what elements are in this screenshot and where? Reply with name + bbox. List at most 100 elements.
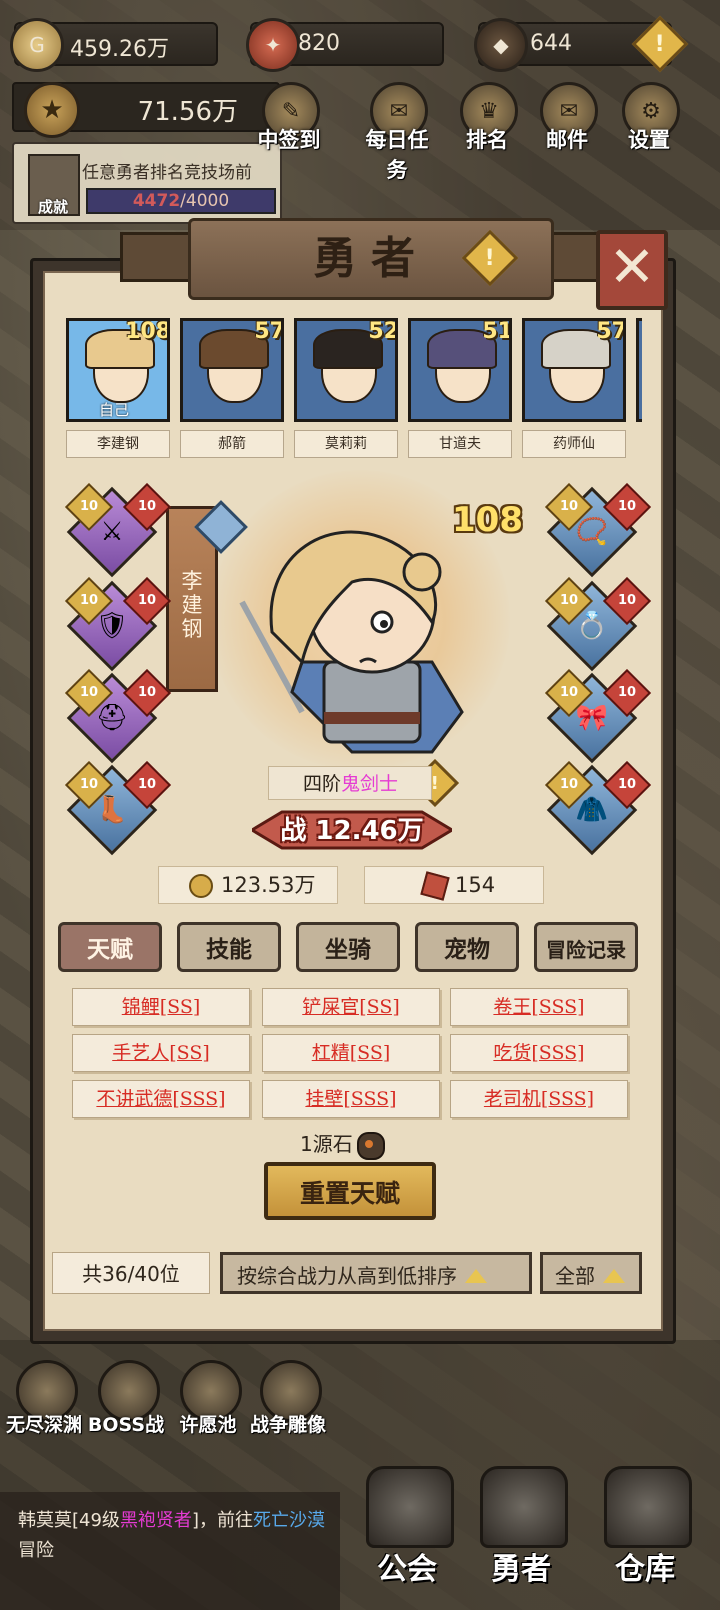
- tab-pet[interactable]: 宠物: [415, 922, 519, 972]
- ticket-icon: [420, 871, 450, 901]
- hero-card[interactable]: 108 自己 李建钢: [66, 318, 170, 458]
- filter-label: 全部: [555, 1264, 595, 1288]
- mode-label: BOSS战: [87, 1414, 165, 1436]
- close-button[interactable]: ✕: [596, 230, 668, 310]
- chat-place: 死亡沙漠: [252, 1510, 325, 1531]
- ranking-button[interactable]: ♛ 排名: [450, 82, 524, 156]
- hero-figure: [239, 530, 464, 754]
- chat-feed[interactable]: 韩莫莫[49级黑袍贤者]，前往死亡沙漠冒险: [0, 1492, 340, 1610]
- tab-talent[interactable]: 天赋: [58, 922, 162, 972]
- hero-portrait-selected[interactable]: 108 自己: [66, 318, 170, 422]
- coin-icon: [189, 874, 213, 898]
- hero-bun: [402, 552, 442, 592]
- hero-portrait[interactable]: 52: [294, 318, 398, 422]
- mail-button[interactable]: ✉ 邮件: [530, 82, 604, 156]
- gold-resource: G 459.26万: [10, 18, 218, 72]
- hero-level: 52: [368, 319, 398, 344]
- sort-button[interactable]: 按综合战力从高到低排序: [220, 1252, 532, 1294]
- hero-card[interactable]: 57 郝箭: [180, 318, 284, 458]
- sort-label: 按综合战力从高到低排序: [237, 1264, 457, 1288]
- hero-portrait[interactable]: 51: [408, 318, 512, 422]
- hero-name: 李建钢: [66, 430, 170, 458]
- gold-cost-value: 123.53万: [221, 873, 316, 897]
- hero-belt: [324, 712, 420, 724]
- hero-level: 57: [596, 319, 626, 344]
- settings-button[interactable]: ⚙ 设置: [612, 82, 686, 156]
- arrow-up-icon: [465, 1268, 487, 1283]
- nav-label: 仓库: [615, 1552, 675, 1587]
- class-tier: 四阶: [303, 773, 342, 795]
- hero-level: 108: [125, 319, 170, 344]
- nav-label: 公会: [377, 1552, 437, 1587]
- chat-name: 韩莫莫[49级: [18, 1510, 120, 1531]
- source-stone-icon: ◆: [474, 18, 528, 72]
- hero-name: 药师仙: [522, 430, 626, 458]
- mode-label: 许愿池: [179, 1414, 237, 1436]
- tab-mount[interactable]: 坐骑: [296, 922, 400, 972]
- ticket-cost-value: 154: [455, 873, 496, 897]
- checkin-label: 中签到: [257, 128, 321, 152]
- mode-label: 无尽深渊: [5, 1414, 82, 1436]
- hero-card[interactable]: 52 莫莉莉: [294, 318, 398, 458]
- ticket-icon: ✦: [246, 18, 300, 72]
- hero-portrait[interactable]: 57: [180, 318, 284, 422]
- stone-value: 644: [530, 31, 572, 56]
- class-name: 鬼剑士: [341, 773, 399, 795]
- hero-card[interactable]: 57 药师仙: [522, 318, 626, 458]
- chat-tail: 冒险: [18, 1540, 54, 1561]
- endless-abyss-button[interactable]: 无尽深渊: [2, 1360, 86, 1440]
- quest-progress-target: /4000: [180, 191, 230, 211]
- boss-battle-button[interactable]: BOSS战: [84, 1360, 168, 1440]
- quest-text: 任意勇者排名竞技场前: [82, 163, 252, 183]
- nav-guild[interactable]: 公会: [352, 1460, 462, 1600]
- hero-level: 57: [254, 319, 284, 344]
- knight-helmet-icon: [480, 1466, 568, 1548]
- hero-armor: [322, 660, 422, 744]
- talent-item[interactable]: 锦鲤[SS]: [72, 988, 250, 1026]
- nav-warehouse[interactable]: 仓库: [590, 1460, 700, 1600]
- hero-level: 51: [482, 319, 512, 344]
- warehouse-icon: [604, 1466, 692, 1548]
- talent-item[interactable]: 老司机[SSS]: [450, 1080, 628, 1118]
- arrow-up-icon: [603, 1268, 625, 1283]
- talent-item[interactable]: 挂壁[SSS]: [262, 1080, 440, 1118]
- hero-count: 共36/40位: [52, 1252, 210, 1294]
- war-statue-button[interactable]: 战争雕像: [246, 1360, 330, 1440]
- chat-role: 黑袍贤者: [119, 1510, 192, 1531]
- ticket-cost: 154: [364, 866, 544, 904]
- checkin-button[interactable]: ✎ 中签到: [252, 82, 326, 156]
- reset-cost: 1源石: [300, 1128, 385, 1160]
- source-stone-icon: [356, 1131, 385, 1160]
- guild-icon: [366, 1466, 454, 1548]
- talent-item[interactable]: 吃货[SSS]: [450, 1034, 628, 1072]
- ticket-value: 820: [298, 31, 340, 56]
- daily-tasks-button[interactable]: ✉ 每日任务: [360, 82, 434, 182]
- hero-portrait[interactable]: [636, 318, 642, 422]
- achievement-quest[interactable]: 成就 任意勇者排名竞技场前 4472/4000: [12, 142, 282, 224]
- tab-adventure-log[interactable]: 冒险记录: [534, 922, 638, 972]
- quest-progress-current: 4472: [132, 191, 181, 211]
- talent-item[interactable]: 手艺人[SS]: [72, 1034, 250, 1072]
- settings-label: 设置: [628, 128, 670, 152]
- banner-hero-name: 李建钢: [181, 569, 203, 641]
- gold-cost: 123.53万: [158, 866, 338, 904]
- talent-item[interactable]: 卷王[SSS]: [450, 988, 628, 1026]
- quest-progress: 4472/4000: [86, 188, 276, 214]
- filter-button[interactable]: 全部: [540, 1252, 642, 1294]
- hero-portrait[interactable]: 57: [522, 318, 626, 422]
- reset-talent-button[interactable]: 重置天赋: [264, 1162, 436, 1220]
- tab-skills[interactable]: 技能: [177, 922, 281, 972]
- hero-self-label: 自己: [99, 401, 130, 419]
- hero-card-partial[interactable]: [636, 318, 642, 422]
- ranking-label: 排名: [466, 128, 508, 152]
- hero-name: 莫莉莉: [294, 430, 398, 458]
- talent-item[interactable]: 不讲武德[SSS]: [72, 1080, 250, 1118]
- hero-roster[interactable]: 108 自己 李建钢 57 郝箭 52 莫莉莉 51 甘道夫 57 药师仙: [66, 318, 642, 462]
- achievement-label: 成就: [37, 198, 68, 216]
- talent-item[interactable]: 杠精[SS]: [262, 1034, 440, 1072]
- talent-item[interactable]: 铲屎官[SS]: [262, 988, 440, 1026]
- nav-heroes[interactable]: 勇者: [466, 1460, 576, 1600]
- chat-mid: ]，前往: [191, 1510, 253, 1531]
- wishing-well-button[interactable]: 许愿池: [166, 1360, 250, 1440]
- hero-card[interactable]: 51 甘道夫: [408, 318, 512, 458]
